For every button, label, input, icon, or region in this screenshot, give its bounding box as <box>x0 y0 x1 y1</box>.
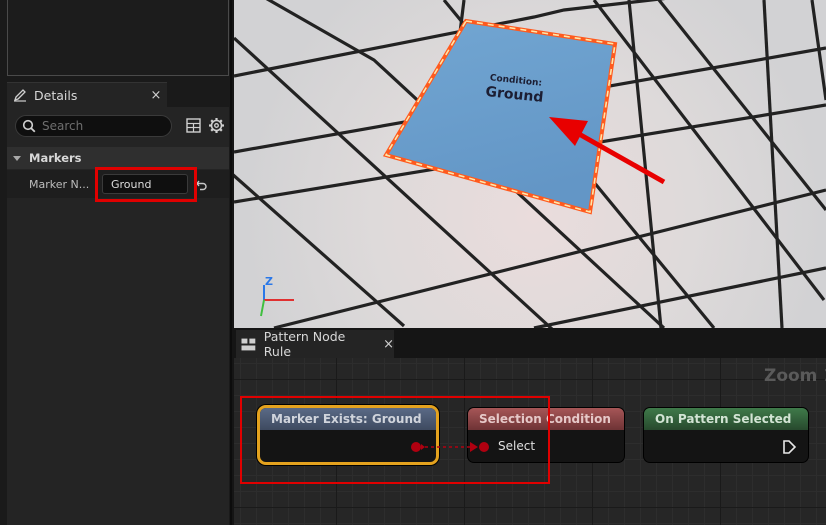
search-icon <box>22 119 36 133</box>
node-graph-canvas[interactable]: Zoom 1 Marker Exists: Ground Selection C… <box>234 358 826 525</box>
graph-icon <box>241 338 256 350</box>
exec-pin-icon[interactable] <box>783 440 797 454</box>
pattern-node-rule-tab[interactable]: Pattern Node Rule × <box>236 329 394 359</box>
category-label: Markers <box>29 151 82 165</box>
gear-icon[interactable] <box>208 117 225 134</box>
details-tab[interactable]: Details × <box>7 82 167 107</box>
left-panel: Details × Search Markers Marker N... Gro… <box>0 0 232 525</box>
details-tab-label: Details <box>34 87 78 103</box>
property-label: Marker N... <box>29 177 90 191</box>
details-body: Markers Marker N... <box>7 107 229 525</box>
search-box[interactable] <box>15 115 172 137</box>
marker-name-input[interactable] <box>102 174 188 194</box>
graph-tab-label: Pattern Node Rule <box>263 329 346 359</box>
search-input[interactable] <box>42 119 162 133</box>
axis-z-label: Z <box>265 275 273 288</box>
viewport-scene <box>234 0 826 328</box>
level-viewport[interactable]: Condition: Ground Z <box>234 0 826 328</box>
input-pin[interactable] <box>470 442 489 452</box>
outliner-pane <box>7 0 229 76</box>
chevron-down-icon <box>13 156 21 161</box>
table-icon[interactable] <box>186 118 201 133</box>
graph-tab-bar: Pattern Node Rule × <box>234 328 826 359</box>
graph-wires <box>411 440 797 454</box>
close-icon[interactable]: × <box>383 337 394 352</box>
category-markers[interactable]: Markers <box>7 147 229 169</box>
reset-icon[interactable] <box>195 178 209 192</box>
close-icon[interactable]: × <box>145 88 167 103</box>
search-row <box>7 107 229 145</box>
pencil-icon <box>13 89 26 102</box>
output-pin[interactable] <box>411 442 425 452</box>
property-row-marker-name: Marker N... <box>7 170 229 198</box>
